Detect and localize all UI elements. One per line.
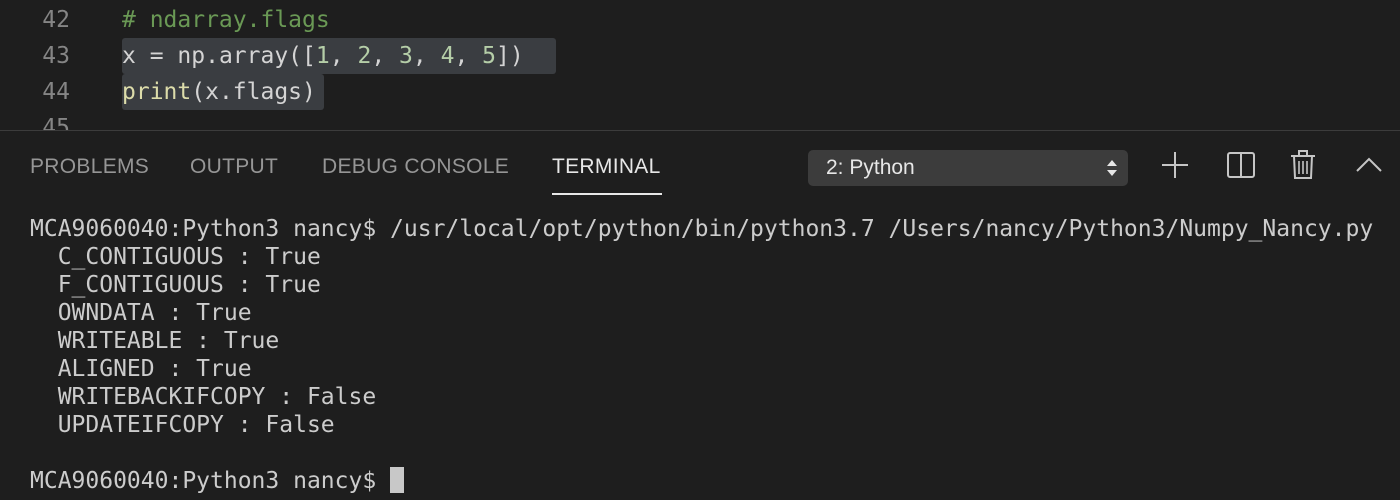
code-separator: , <box>329 43 358 69</box>
panel-header: PROBLEMS OUTPUT DEBUG CONSOLE TERMINAL 2… <box>0 131 1400 201</box>
terminal-output-line: ALIGNED : True <box>30 356 252 382</box>
terminal-prompt: MCA9060040:Python3 nancy$ <box>30 468 391 494</box>
terminal-output-line: F_CONTIGUOUS : True <box>30 272 321 298</box>
code-args: (x.flags) <box>191 79 316 105</box>
code-number: 4 <box>440 43 455 69</box>
trash-icon[interactable] <box>1286 148 1320 182</box>
line-number: 44 <box>42 79 70 105</box>
code-text: print(x.flags) <box>122 74 316 110</box>
code-separator: , <box>412 43 441 69</box>
code-variable: x <box>122 43 136 69</box>
code-number: 2 <box>357 43 372 69</box>
chevron-up-icon[interactable] <box>1352 148 1386 182</box>
code-close: ]) <box>496 43 524 69</box>
tab-problems[interactable]: PROBLEMS <box>30 155 149 179</box>
terminal-output-line: UPDATEIFCOPY : False <box>30 412 335 438</box>
select-arrows-icon <box>1107 160 1117 176</box>
code-function: print <box>122 79 192 105</box>
code-text: x = np.array([1, 2, 3, 4, 5]) <box>122 38 524 74</box>
code-line[interactable]: 42 # ndarray.flags <box>0 2 1400 38</box>
line-number: 42 <box>42 7 70 33</box>
active-tab-indicator <box>552 193 662 195</box>
code-comment: # ndarray.flags <box>122 7 330 33</box>
code-call: np.array([ <box>177 43 316 69</box>
terminal-selector[interactable]: 2: Python <box>808 150 1128 186</box>
terminal-prompt-line[interactable]: MCA9060040:Python3 nancy$ <box>30 467 405 495</box>
code-number: 1 <box>315 43 330 69</box>
code-separator: , <box>371 43 400 69</box>
terminal-selector-value: 2: Python <box>826 156 915 179</box>
terminal-command-line: MCA9060040:Python3 nancy$ /usr/local/opt… <box>30 216 1374 242</box>
line-number: 43 <box>42 43 70 69</box>
code-separator: , <box>454 43 483 69</box>
code-operator: = <box>135 43 178 69</box>
tab-debug-console[interactable]: DEBUG CONSOLE <box>322 155 509 179</box>
code-editor[interactable]: 42 # ndarray.flags 43 x = np.array([1, 2… <box>0 0 1400 130</box>
tab-terminal[interactable]: TERMINAL <box>552 155 661 179</box>
tab-output[interactable]: OUTPUT <box>190 155 278 179</box>
code-number: 3 <box>399 43 413 69</box>
code-number: 5 <box>482 43 496 69</box>
terminal-output-line: C_CONTIGUOUS : True <box>30 244 321 270</box>
plus-icon[interactable] <box>1158 148 1192 182</box>
code-line[interactable]: 45 <box>0 110 1400 130</box>
split-icon[interactable] <box>1224 148 1258 182</box>
code-line[interactable]: 43 x = np.array([1, 2, 3, 4, 5]) <box>0 38 1400 74</box>
terminal-output-line: WRITEBACKIFCOPY : False <box>30 384 377 410</box>
code-line[interactable]: 44 print(x.flags) <box>0 74 1400 110</box>
terminal-output-line: OWNDATA : True <box>30 300 252 326</box>
line-number: 45 <box>42 115 70 130</box>
terminal-cursor <box>390 467 405 493</box>
terminal-output-line: WRITEABLE : True <box>30 328 280 354</box>
terminal-output[interactable]: MCA9060040:Python3 nancy$ /usr/local/opt… <box>0 201 1400 500</box>
